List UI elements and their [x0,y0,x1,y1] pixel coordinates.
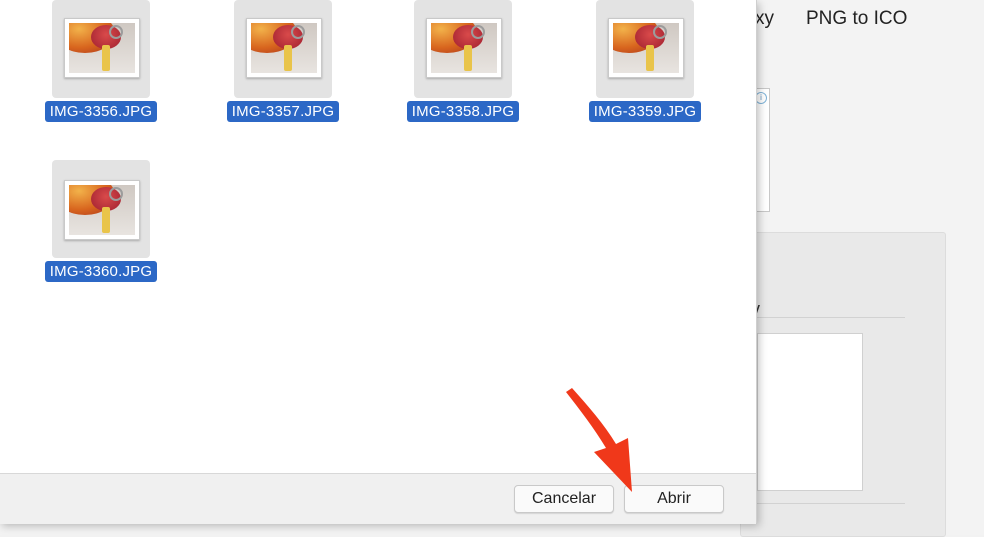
file-thumbnail[interactable] [52,0,150,98]
red-arrow-icon [566,388,632,492]
file-name-label[interactable]: IMG-3357.JPG [226,101,340,122]
converter-panel: v [740,232,946,537]
panel-divider [757,317,905,318]
file-name-label[interactable]: IMG-3359.JPG [588,101,702,122]
file-thumbnail[interactable] [414,0,512,98]
image-thumbnail [64,180,140,240]
file-name-label[interactable]: IMG-3360.JPG [44,261,158,282]
panel-divider [757,503,905,504]
file-item[interactable]: IMG-3359.JPG [580,0,710,122]
nav-link-png-to-ico[interactable]: PNG to ICO [806,8,907,30]
image-thumbnail [426,18,502,78]
file-item[interactable]: IMG-3357.JPG [218,0,348,122]
file-name-label[interactable]: IMG-3358.JPG [406,101,520,122]
file-open-dialog: IMG-3356.JPG IMG-3357.JPG IMG-3358.JPG I… [0,0,757,524]
image-thumbnail [64,18,140,78]
file-item[interactable]: IMG-3358.JPG [398,0,528,122]
upload-box [757,333,863,491]
image-thumbnail [246,18,322,78]
image-thumbnail [608,18,684,78]
file-thumbnail[interactable] [52,160,150,258]
file-name-label[interactable]: IMG-3356.JPG [44,101,158,122]
nav-link-partial[interactable]: xy [755,8,774,30]
file-thumbnail[interactable] [596,0,694,98]
file-item[interactable]: IMG-3360.JPG [36,160,166,282]
file-thumbnail[interactable] [234,0,332,98]
file-item[interactable]: IMG-3356.JPG [36,0,166,122]
